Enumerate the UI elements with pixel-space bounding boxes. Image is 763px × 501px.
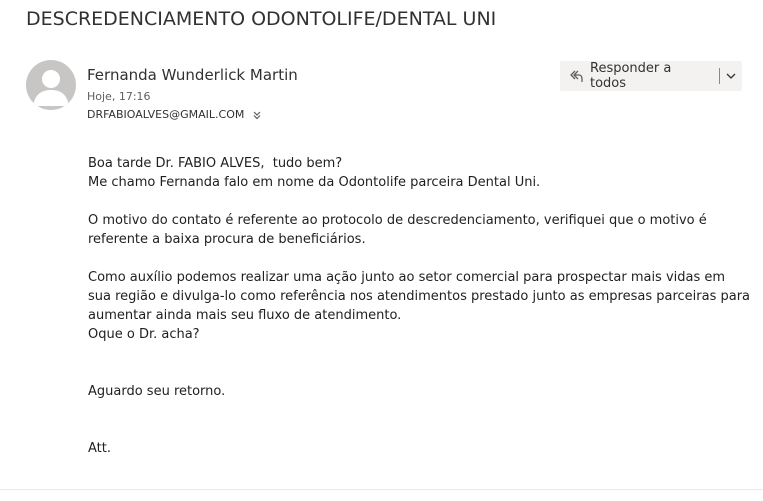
email-body: Boa tarde Dr. FABIO ALVES, tudo bem? Me …	[88, 154, 758, 458]
body-line: Como auxílio podemos realizar uma ação j…	[88, 270, 726, 285]
reply-all-label: Responder a todos	[590, 61, 672, 91]
body-line: sua região e divulga-lo como referência …	[88, 289, 751, 304]
recipient-address[interactable]: DRFABIOALVES@GMAIL.COM	[87, 108, 244, 121]
sender-avatar[interactable]	[26, 60, 76, 110]
body-line: Att.	[88, 441, 111, 456]
body-line: Oque o Dr. acha?	[88, 327, 200, 342]
sent-time: Hoje, 17:16	[87, 90, 151, 103]
person-silhouette-icon	[33, 70, 69, 106]
body-line: Boa tarde Dr. FABIO ALVES, tudo bem?	[88, 156, 343, 171]
divider	[0, 489, 763, 490]
sender-name[interactable]: Fernanda Wunderlick Martin	[87, 66, 298, 84]
body-line: aumentar ainda mais seu fluxo de atendim…	[88, 308, 402, 323]
reply-all-icon	[568, 68, 584, 84]
double-chevron-down-icon[interactable]	[252, 110, 262, 120]
body-line: O motivo do contato é referente ao proto…	[88, 213, 707, 228]
body-line: referente a baixa procura de beneficiári…	[88, 232, 366, 247]
reply-all-button[interactable]: Responder a todos	[560, 61, 742, 91]
body-line: Me chamo Fernanda falo em nome da Odonto…	[88, 175, 541, 190]
chevron-down-icon	[726, 73, 736, 79]
body-line: Aguardo seu retorno.	[88, 384, 226, 399]
reply-options-button[interactable]	[720, 61, 742, 91]
email-subject: DESCREDENCIAMENTO ODONTOLIFE/DENTAL UNI	[26, 8, 497, 30]
recipient-row: DRFABIOALVES@GMAIL.COM	[87, 108, 262, 121]
